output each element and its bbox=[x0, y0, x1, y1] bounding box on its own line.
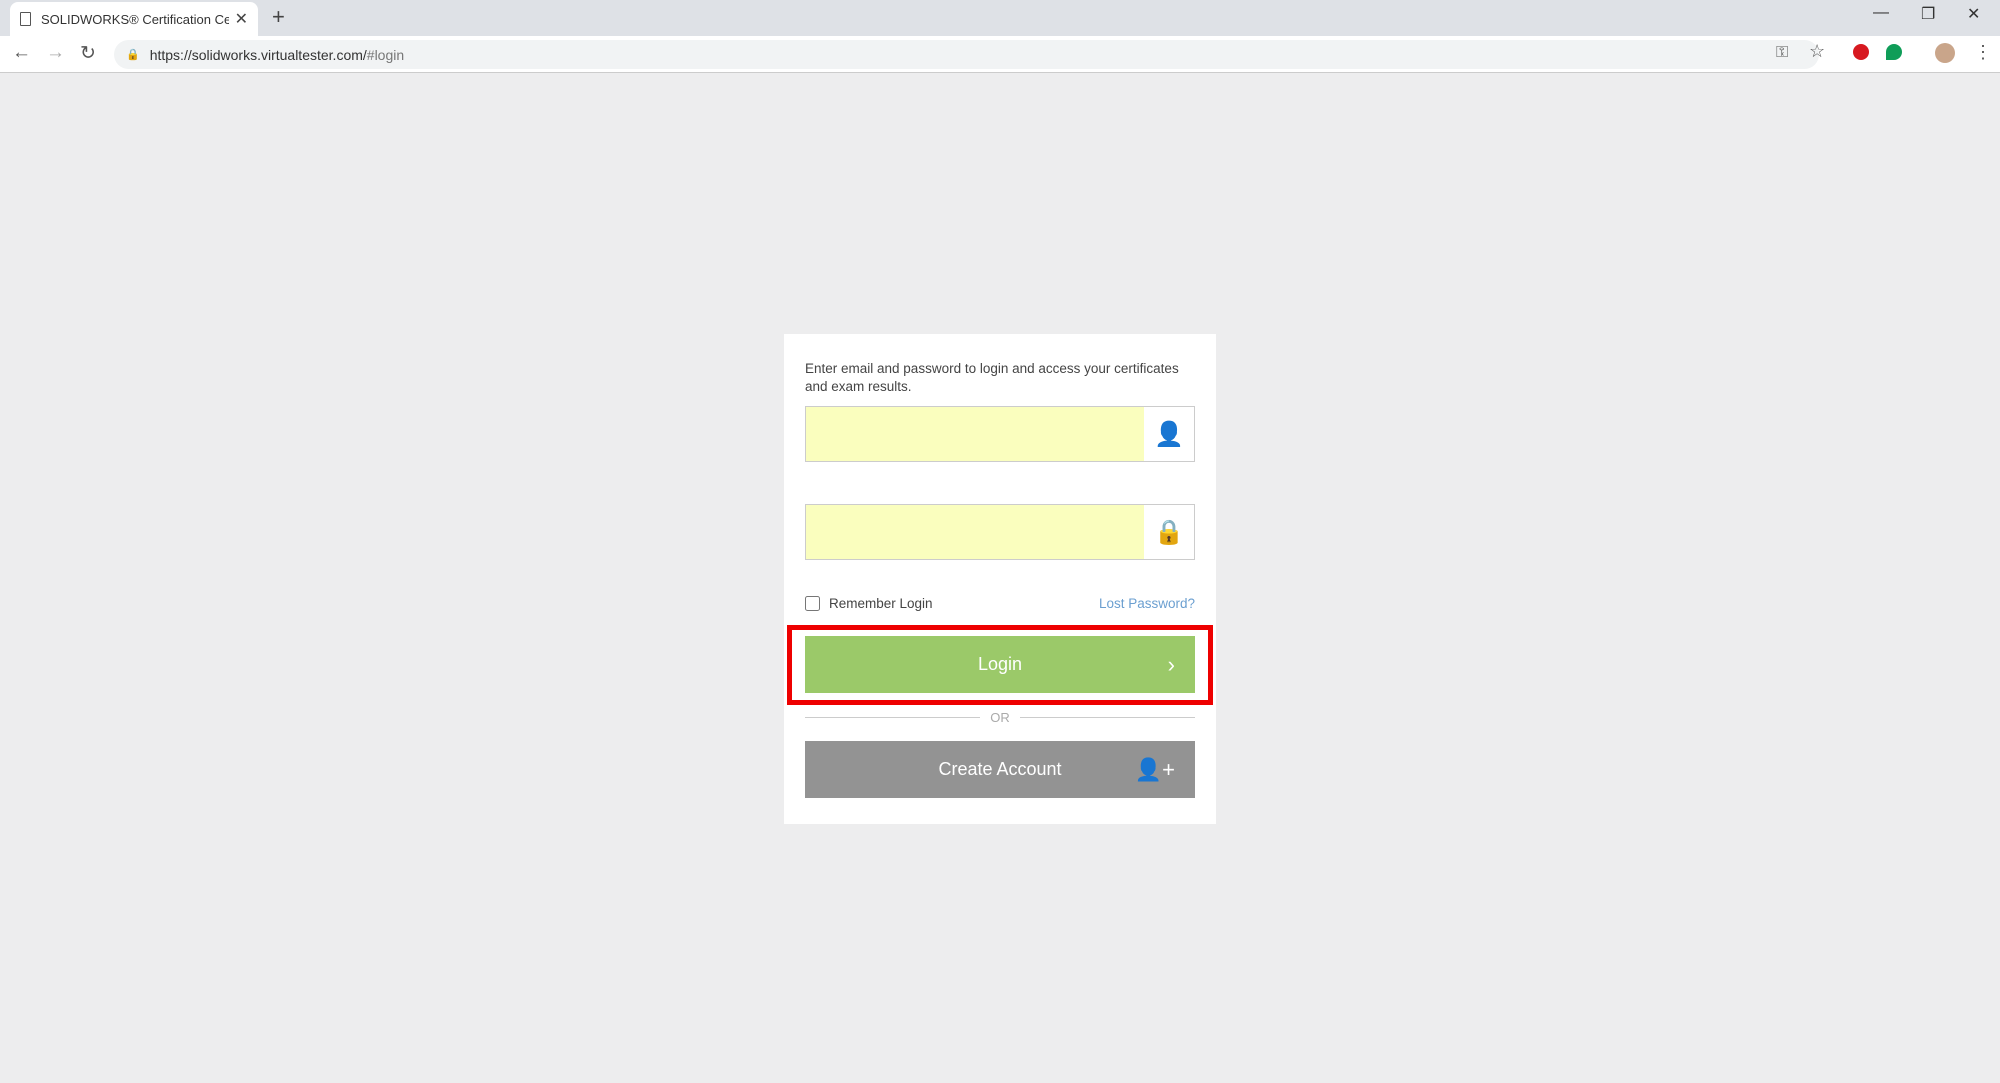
password-field[interactable]: 🔒 bbox=[805, 504, 1195, 560]
remember-checkbox[interactable] bbox=[805, 596, 820, 611]
key-icon[interactable]: ⚿ bbox=[1776, 44, 1788, 62]
create-account-button[interactable]: Create Account 👤+ bbox=[805, 741, 1195, 798]
opera-extension-icon[interactable] bbox=[1853, 44, 1869, 60]
remember-login[interactable]: Remember Login bbox=[805, 596, 933, 611]
restore-icon[interactable]: ❐ bbox=[1921, 4, 1935, 24]
browser-tab[interactable]: SOLIDWORKS® Certification Cen ✕ bbox=[10, 2, 258, 36]
lost-password-link[interactable]: Lost Password? bbox=[1099, 596, 1195, 611]
password-input[interactable] bbox=[806, 505, 1144, 559]
email-field[interactable]: 👤 bbox=[805, 406, 1195, 462]
page-icon bbox=[20, 12, 31, 26]
lock-icon: 🔒 bbox=[126, 49, 140, 61]
hangouts-extension-icon[interactable] bbox=[1886, 44, 1902, 60]
forward-icon[interactable]: → bbox=[46, 42, 65, 64]
login-card: Enter email and password to login and ac… bbox=[784, 334, 1216, 824]
url-path: #login bbox=[366, 46, 405, 63]
add-user-icon: 👤+ bbox=[1134, 756, 1175, 782]
create-account-label: Create Account bbox=[938, 759, 1062, 779]
close-icon[interactable]: ✕ bbox=[235, 9, 248, 29]
profile-avatar[interactable] bbox=[1935, 43, 1955, 63]
or-label: OR bbox=[990, 710, 1010, 725]
user-icon: 👤 bbox=[1154, 420, 1184, 448]
remember-label: Remember Login bbox=[829, 596, 933, 611]
window-close-icon[interactable]: ✕ bbox=[1967, 4, 1980, 24]
back-icon[interactable]: ← bbox=[12, 42, 31, 64]
menu-icon[interactable]: ⋮ bbox=[1974, 42, 1992, 63]
login-label: Login bbox=[977, 654, 1023, 674]
lock-icon: 🔒 bbox=[1154, 518, 1184, 546]
or-divider: OR bbox=[805, 710, 1195, 725]
email-input[interactable] bbox=[806, 407, 1144, 461]
minimize-icon[interactable]: — bbox=[1873, 4, 1889, 22]
tab-strip: SOLIDWORKS® Certification Cen ✕ + — ❐ ✕ bbox=[0, 0, 2000, 36]
new-tab-icon[interactable]: + bbox=[272, 4, 285, 30]
reload-icon[interactable]: ↻ bbox=[80, 42, 96, 65]
star-icon[interactable]: ☆ bbox=[1809, 41, 1825, 62]
login-button[interactable]: Login › bbox=[805, 636, 1195, 693]
login-intro: Enter email and password to login and ac… bbox=[805, 361, 1179, 394]
chevron-right-icon: › bbox=[1167, 651, 1175, 677]
url-host: https://solidworks.virtualtester.com/ bbox=[149, 46, 367, 63]
tab-title: SOLIDWORKS® Certification Cen bbox=[41, 11, 229, 27]
browser-toolbar: ← → ↻ 🔒 https://solidworks.virtualtester… bbox=[0, 36, 2000, 73]
address-bar[interactable]: 🔒 https://solidworks.virtualtester.com/#… bbox=[114, 40, 1819, 69]
